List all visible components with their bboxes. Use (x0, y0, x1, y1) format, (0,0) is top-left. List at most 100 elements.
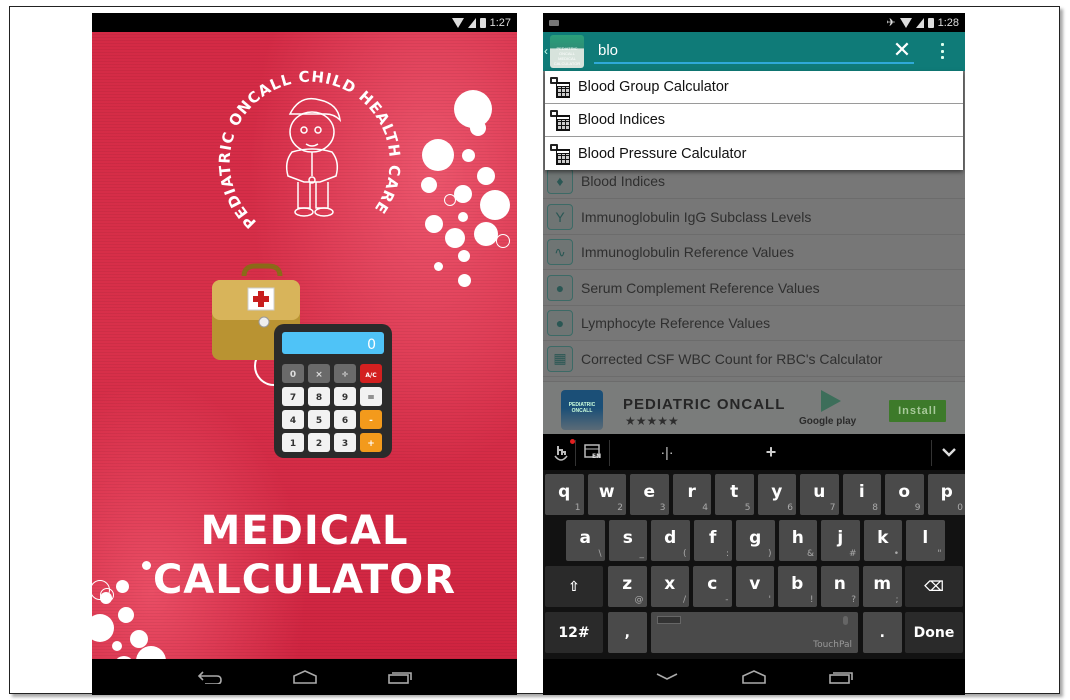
key-e[interactable]: e3 (630, 474, 669, 515)
key-x[interactable]: x / (650, 566, 689, 607)
key-v[interactable]: v ' (735, 566, 774, 607)
suggestion-item[interactable]: Blood Indices (545, 104, 963, 137)
add-plugin-button[interactable]: + (761, 434, 781, 470)
close-icon: ✕ (892, 37, 912, 62)
key-g[interactable]: g) (736, 520, 775, 561)
key-secondary-label: 1 (574, 503, 581, 513)
key-label: c (707, 574, 718, 594)
key-secondary-label: 5 (744, 503, 751, 513)
keyboard-toolbar: EN ·|· + (543, 434, 965, 470)
hide-keyboard-button[interactable] (935, 434, 963, 470)
home-button[interactable] (290, 665, 320, 689)
back-button[interactable] (195, 665, 225, 689)
done-key[interactable]: Done (905, 612, 963, 653)
key-f[interactable]: f: (693, 520, 732, 561)
key-secondary-label: 8 (872, 503, 878, 513)
overflow-menu-button[interactable] (937, 40, 947, 62)
install-button[interactable]: Install (889, 400, 946, 422)
key-i[interactable]: i8 (842, 474, 881, 515)
ad-rating-stars: ★★★★★ (625, 414, 679, 428)
key-label: p (940, 482, 953, 502)
chevron-down-icon (942, 448, 956, 457)
backspace-key[interactable]: ⌫ (905, 566, 963, 607)
space-key[interactable]: TouchPal (651, 612, 858, 653)
key-secondary-label: ' (768, 595, 771, 605)
key-secondary-label: ( (682, 549, 687, 559)
splash-background: PEDIATRIC ONCALL CHILD HEALTH CARE 0 0 ×… (92, 32, 517, 676)
key-h[interactable]: h & (778, 520, 817, 561)
ad-banner[interactable]: PEDIATRIC ONCALL PEDIATRIC ONCALL ★★★★★ … (543, 381, 965, 434)
recents-icon (387, 672, 412, 684)
key-z[interactable]: z @ (608, 566, 647, 607)
medical-calculator-icon (550, 108, 574, 132)
list-item-label: Immunoglobulin Reference Values (581, 244, 794, 260)
numbers-key[interactable]: 12# (545, 612, 603, 653)
key-label: o (898, 482, 911, 502)
navigation-bar (92, 659, 517, 695)
key-secondary-label: / (682, 595, 686, 605)
clear-search-button[interactable]: ✕ (891, 37, 913, 63)
calc-key-label: A/C (365, 372, 377, 379)
key-r[interactable]: r4 (672, 474, 711, 515)
cursor-move-button[interactable]: ·|· (657, 434, 677, 470)
key-w[interactable]: w2 (587, 474, 626, 515)
ring-decoration (444, 194, 456, 206)
calc-key-label: = (367, 393, 375, 403)
list-item[interactable]: ∿ Immunoglobulin Reference Values (543, 235, 965, 270)
key-q[interactable]: q1 (545, 474, 584, 515)
key-l[interactable]: l " (906, 520, 945, 561)
home-button[interactable] (739, 665, 769, 689)
key-o[interactable]: o9 (885, 474, 924, 515)
key-j[interactable]: j # (821, 520, 860, 561)
signal-icon (915, 17, 924, 28)
key-k[interactable]: k • (863, 520, 902, 561)
search-suggestions: Blood Group Calculator Blood Indices Blood… (545, 71, 963, 170)
key-p[interactable]: p0 (927, 474, 965, 515)
list-item-label: Serum Complement Reference Values (581, 279, 820, 296)
key-d[interactable]: d( (651, 520, 690, 561)
suggestion-label: Blood Indices (578, 112, 666, 128)
backspace-icon: ⌫ (924, 578, 944, 595)
key-s[interactable]: s _ (608, 520, 647, 561)
divider (609, 440, 610, 466)
signal-icon (467, 17, 476, 28)
bubble-decoration (422, 139, 454, 171)
calc-key-label: 0 (290, 370, 296, 380)
key-a[interactable]: a \ (566, 520, 605, 561)
key-secondary-label: 0 (957, 503, 963, 513)
suggestion-label: Blood Pressure Calculator (578, 145, 747, 162)
comma-key[interactable]: , (608, 612, 647, 653)
list-item[interactable]: Y Immunoglobulin IgG Subclass Levels (543, 200, 965, 235)
search-input[interactable] (594, 38, 914, 64)
recents-button[interactable] (385, 665, 415, 689)
app-logo[interactable]: PEDIATRIC ONCALL MEDICAL CALCULATOR (550, 35, 584, 68)
key-y[interactable]: y6 (757, 474, 796, 515)
period-key[interactable]: . (863, 612, 902, 653)
recents-button[interactable] (826, 665, 856, 689)
suggestion-item[interactable]: Blood Pressure Calculator (545, 137, 963, 170)
key-b[interactable]: b! (778, 566, 817, 607)
list-item[interactable]: ● Serum Complement Reference Values (543, 271, 965, 306)
key-secondary-label: • (893, 549, 899, 559)
suggestion-item[interactable]: Blood Group Calculator (545, 71, 963, 104)
key-m[interactable]: m; (863, 566, 902, 607)
bubble-decoration (445, 228, 465, 248)
shift-key[interactable]: ⇧ (545, 566, 603, 607)
list-item[interactable]: ▦ Corrected CSF WBC Count for RBC's Calcu… (543, 342, 965, 377)
splash-screen-phone: 1:27 PEDIATRIC ONCALL CHILD HEALTH CARE (92, 13, 517, 695)
bubble-decoration (116, 580, 129, 593)
key-t[interactable]: t5 (715, 474, 754, 515)
up-navigation-icon[interactable]: ‹ (544, 44, 548, 58)
app-title-line2: CALCULATOR (152, 557, 457, 603)
key-label: Done (913, 624, 955, 641)
hide-keyboard-nav-button[interactable] (652, 665, 682, 689)
key-c[interactable]: c- (693, 566, 732, 607)
language-button[interactable]: EN (579, 434, 607, 470)
key-label: k (877, 528, 889, 548)
list-item[interactable]: ● Lymphocyte Reference Values (543, 306, 965, 341)
navigation-bar (543, 659, 965, 695)
key-u[interactable]: u7 (800, 474, 839, 515)
key-label: r (687, 482, 696, 502)
bubble-decoration (112, 641, 122, 651)
key-n[interactable]: n? (820, 566, 859, 607)
